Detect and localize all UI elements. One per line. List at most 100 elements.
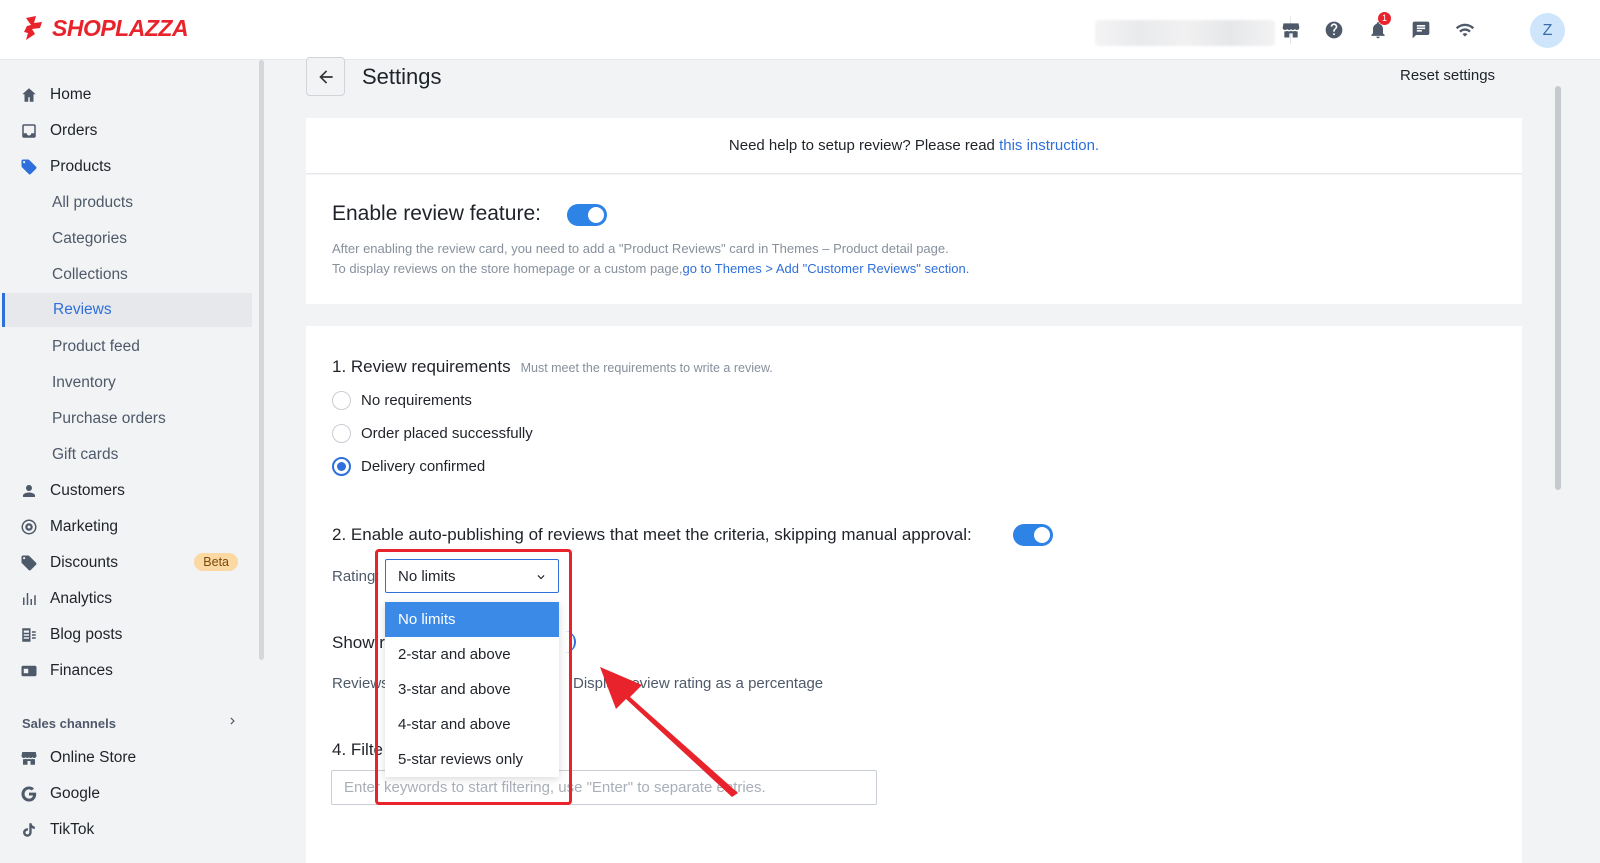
- help-text: Need help to setup review? Please read t…: [306, 137, 1522, 154]
- sidebar-item-label: Gift cards: [52, 446, 119, 463]
- top-bar: SHOPLAZZA 1 Z: [0, 0, 1600, 60]
- sidebar-item-discounts[interactable]: Discounts Beta: [20, 546, 252, 580]
- sidebar-item-analytics[interactable]: Analytics: [20, 582, 252, 616]
- sidebar-item-google[interactable]: Google: [20, 777, 252, 811]
- help-text-prefix: Need help to setup review? Please read: [728, 137, 1000, 154]
- sidebar-item-products[interactable]: Products: [20, 150, 252, 184]
- sidebar-item-label: TikTok: [50, 821, 95, 838]
- radio-button[interactable]: [332, 424, 351, 443]
- blog-icon: [20, 626, 38, 644]
- sidebar-item-home[interactable]: Home: [20, 78, 252, 112]
- tag-icon: [20, 158, 38, 176]
- annotation-highlight-box: [375, 549, 572, 805]
- instruction-link[interactable]: this instruction.: [999, 137, 1099, 154]
- auto-publish-title: 2. Enable auto-publishing of reviews tha…: [332, 525, 972, 544]
- sidebar-item-label: Products: [50, 158, 112, 175]
- bell-icon[interactable]: 1: [1365, 12, 1391, 43]
- radio-button[interactable]: [332, 391, 351, 410]
- radio-label: No requirements: [361, 392, 472, 409]
- sidebar-item-label: Inventory: [52, 374, 116, 391]
- enable-review-desc-line2: To display reviews on the store homepage…: [332, 261, 969, 276]
- sidebar-item-label: Google: [50, 785, 100, 802]
- enable-review-card: Enable review feature: After enabling th…: [306, 175, 1522, 304]
- sidebar-item-label: Collections: [52, 266, 128, 283]
- discount-tag-icon: [20, 554, 38, 572]
- sidebar-item-label: Online Store: [50, 749, 137, 766]
- sidebar-item-customers[interactable]: Customers: [20, 474, 252, 508]
- sidebar-item-label: All products: [52, 194, 133, 211]
- sidebar-item-label: Finances: [50, 662, 113, 679]
- chat-icon[interactable]: [1408, 17, 1434, 43]
- themes-link[interactable]: go to Themes > Add "Customer Reviews" se…: [682, 261, 969, 276]
- rating-label: Rating:: [332, 568, 380, 585]
- inbox-icon: [20, 122, 38, 140]
- back-button[interactable]: [306, 57, 345, 96]
- sidebar-item-label: Discounts: [50, 554, 119, 571]
- main-scrollbar[interactable]: [1555, 86, 1561, 490]
- sidebar-item-finances[interactable]: Finances: [20, 654, 252, 688]
- auto-publish-toggle[interactable]: [1013, 524, 1053, 546]
- sidebar-item-label: Marketing: [50, 518, 119, 535]
- annotation-arrow-icon: [600, 667, 738, 797]
- arrow-left-icon: [318, 69, 333, 84]
- sidebar-item-label: Reviews: [53, 301, 112, 318]
- store-icon: [20, 749, 38, 767]
- wifi-icon[interactable]: [1452, 17, 1478, 43]
- help-card: Need help to setup review? Please read t…: [306, 118, 1522, 174]
- brand-name: SHOPLAZZA: [52, 14, 189, 41]
- radio-delivery-confirmed[interactable]: Delivery confirmed: [332, 457, 485, 476]
- enable-review-title: Enable review feature:: [332, 202, 541, 225]
- tiktok-icon: [20, 821, 38, 839]
- sidebar-item-collections[interactable]: Collections: [52, 258, 252, 292]
- enable-review-toggle[interactable]: [567, 204, 607, 226]
- sidebar-item-label: Product feed: [52, 338, 140, 355]
- review-requirements-title: 1. Review requirements Must meet the requ…: [332, 357, 773, 377]
- radio-button-checked[interactable]: [332, 457, 351, 476]
- sidebar-item-label: Orders: [50, 122, 98, 139]
- sidebar-item-label: Blog posts: [50, 626, 123, 643]
- google-icon: [20, 785, 38, 803]
- shoplazza-logo-icon: [24, 16, 42, 40]
- home-icon: [20, 86, 38, 104]
- sidebar-item-all-products[interactable]: All products: [52, 186, 252, 220]
- radio-label: Delivery confirmed: [361, 458, 486, 475]
- sidebar-item-categories[interactable]: Categories: [52, 222, 252, 256]
- help-icon[interactable]: [1321, 17, 1347, 43]
- chevron-right-icon[interactable]: [226, 714, 240, 728]
- sidebar-item-label: Home: [50, 86, 92, 103]
- sidebar-item-label: Customers: [50, 482, 125, 499]
- desc-line2-prefix: To display reviews on the store homepage…: [332, 261, 683, 276]
- sidebar-scrollbar[interactable]: [259, 60, 264, 660]
- bar-chart-icon: [20, 590, 38, 608]
- sales-channels-label: Sales channels: [22, 716, 116, 731]
- notification-badge: 1: [1378, 12, 1391, 25]
- store-icon[interactable]: [1278, 17, 1304, 43]
- radio-no-requirements[interactable]: No requirements: [332, 391, 472, 410]
- beta-badge: Beta: [194, 553, 238, 571]
- radio-order-placed[interactable]: Order placed successfully: [332, 424, 533, 443]
- person-icon: [20, 482, 38, 500]
- sidebar-item-orders[interactable]: Orders: [20, 114, 252, 148]
- page-title: Settings: [362, 64, 442, 89]
- reset-settings-button[interactable]: Reset settings: [1400, 67, 1495, 84]
- sidebar-item-gift-cards[interactable]: Gift cards: [52, 438, 252, 472]
- sidebar-item-blog-posts[interactable]: Blog posts: [20, 618, 252, 652]
- requirements-title-text: 1. Review requirements: [332, 357, 511, 376]
- requirements-hint: Must meet the requirements to write a re…: [520, 361, 773, 375]
- sidebar-item-reviews[interactable]: Reviews: [2, 293, 252, 327]
- sidebar-item-tiktok[interactable]: TikTok: [20, 813, 252, 847]
- shoplazza-logo[interactable]: SHOPLAZZA: [22, 14, 189, 42]
- sidebar-item-label: Categories: [52, 230, 127, 247]
- store-selector[interactable]: [1095, 20, 1275, 46]
- target-icon: [20, 518, 38, 536]
- radio-label: Order placed successfully: [361, 425, 533, 442]
- enable-review-desc-line1: After enabling the review card, you need…: [332, 241, 949, 256]
- sidebar-item-marketing[interactable]: Marketing: [20, 510, 252, 544]
- sidebar-item-inventory[interactable]: Inventory: [52, 366, 252, 400]
- wallet-icon: [20, 662, 38, 680]
- sidebar-item-label: Analytics: [50, 590, 113, 607]
- sidebar-item-product-feed[interactable]: Product feed: [52, 330, 252, 364]
- sidebar-item-purchase-orders[interactable]: Purchase orders: [52, 402, 252, 436]
- sidebar-item-online-store[interactable]: Online Store: [20, 741, 252, 775]
- avatar[interactable]: Z: [1530, 13, 1565, 48]
